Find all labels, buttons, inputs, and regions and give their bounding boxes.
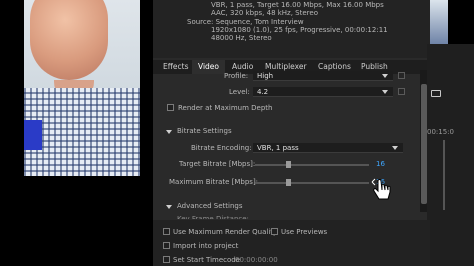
profile-value: High [257,72,274,80]
tab-effects[interactable]: Effects [157,60,195,74]
max-bitrate-label: Maximum Bitrate [Mbps]: [169,178,259,186]
bitrate-encoding-value: VBR, 1 pass [257,144,299,152]
person-head-image [30,0,108,80]
summary-line: 48000 Hz, Stereo [211,34,272,42]
profile-dropdown[interactable]: High [253,71,393,81]
import-into-project-label: Import into project [173,242,239,250]
profile-label: Profile: [224,72,249,80]
export-summary: VBR, 1 pass, Target 16.00 Mbps, Max 16.0… [153,0,430,58]
timeline-timecode: 00:15:0 [427,128,454,136]
level-value: 4.2 [257,88,269,96]
max-bitrate-slider[interactable] [255,182,369,184]
target-bitrate-label: Target Bitrate [Mbps]: [179,160,256,168]
tab-video[interactable]: Video [192,60,226,74]
start-timecode-value[interactable]: 00:00:00:00 [235,256,278,264]
chevron-down-icon [382,74,388,78]
blue-background-patch [24,120,42,150]
expand-triangle-icon[interactable] [166,130,172,134]
target-bitrate-slider-thumb[interactable] [285,161,291,168]
level-label: Level: [229,88,250,96]
target-bitrate-value[interactable]: 16 [376,160,385,168]
profile-match-source-checkbox[interactable] [398,72,405,79]
import-into-project-checkbox[interactable] [163,242,170,249]
chevron-down-icon [382,90,388,94]
max-render-quality-label: Use Maximum Render Quality [173,228,278,236]
bitrate-encoding-label: Bitrate Encoding: [191,144,252,152]
level-match-source-checkbox[interactable] [398,88,405,95]
render-max-depth-label: Render at Maximum Depth [178,104,273,112]
advanced-settings-heading[interactable]: Advanced Settings [177,202,243,210]
set-start-timecode-checkbox[interactable] [163,256,170,263]
max-render-quality-checkbox[interactable] [163,228,170,235]
video-preview-left [24,0,140,176]
camera-icon[interactable] [431,90,441,97]
render-max-depth-checkbox[interactable] [167,104,174,111]
use-previews-label: Use Previews [281,228,328,236]
chevron-down-icon [392,146,398,150]
set-start-timecode-label: Set Start Timecode [173,256,241,264]
timeline-divider [443,140,445,210]
timeline-strip: 00:15:0 [427,44,474,266]
hand-cursor-icon [371,178,391,200]
level-dropdown[interactable]: 4.2 [253,87,393,97]
bitrate-settings-heading[interactable]: Bitrate Settings [177,127,232,135]
max-bitrate-slider-thumb[interactable] [285,179,291,186]
video-preview-right [430,0,448,46]
use-previews-checkbox[interactable] [271,228,278,235]
target-bitrate-slider[interactable] [255,164,369,166]
expand-triangle-icon[interactable] [166,205,172,209]
export-options: Use Maximum Render Quality Use Previews … [153,220,430,266]
bitrate-encoding-dropdown[interactable]: VBR, 1 pass [253,143,403,153]
key-frame-distance-label: Key Frame Distance: [177,215,249,219]
summary-line: AAC, 320 kbps, 48 kHz, Stereo [211,9,318,17]
